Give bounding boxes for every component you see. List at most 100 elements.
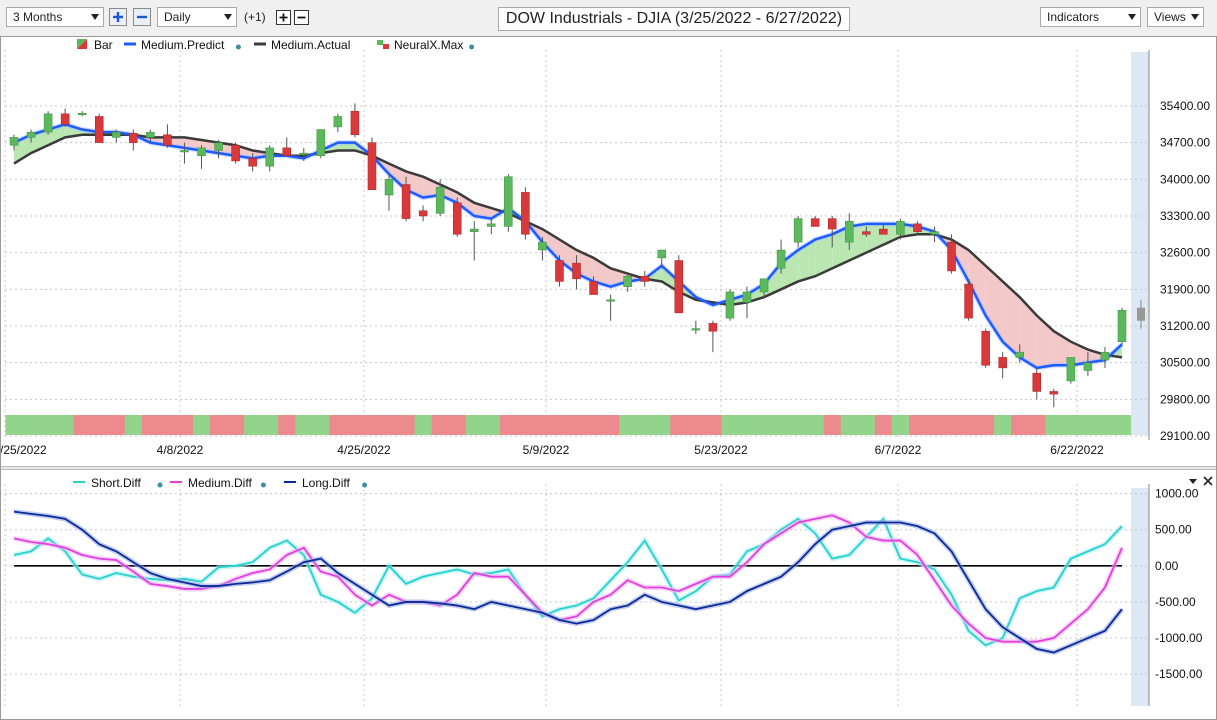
neuralx-band-segment bbox=[380, 415, 399, 435]
candle bbox=[521, 187, 530, 240]
info-dot-icon[interactable] bbox=[235, 44, 241, 50]
candle-body bbox=[776, 249, 786, 269]
neuralx-band-segment bbox=[585, 415, 603, 435]
plus-icon bbox=[113, 12, 123, 22]
indicators-menu[interactable]: Indicators bbox=[1040, 7, 1141, 27]
neuralx-band-segment bbox=[977, 415, 995, 435]
candle-body bbox=[538, 241, 547, 251]
candle-body bbox=[674, 260, 684, 314]
neuralx-band-segment bbox=[431, 415, 450, 435]
neuralx-band-segment bbox=[278, 415, 296, 435]
indicators-label: Indicators bbox=[1047, 10, 1100, 24]
neuralx-band-segment bbox=[960, 415, 978, 435]
y-tick-label: 30500.00 bbox=[1160, 356, 1210, 370]
x-tick-label: 4/8/2022 bbox=[157, 443, 204, 457]
band-swatch bbox=[383, 44, 389, 49]
neuralx-band-segment bbox=[1113, 415, 1132, 435]
legend-item[interactable]: Medium.Predict bbox=[124, 38, 241, 52]
zoom-in-button[interactable] bbox=[109, 8, 127, 26]
candle-body bbox=[964, 283, 973, 319]
candle-body bbox=[299, 152, 309, 155]
neuralx-band-segment bbox=[124, 415, 143, 435]
candle-body bbox=[998, 357, 1007, 369]
neuralx-band-segment bbox=[107, 415, 126, 435]
x-tick-label: 4/25/2022 bbox=[337, 443, 391, 457]
neuralx-band-segment bbox=[687, 415, 705, 435]
period-select[interactable]: 3 Months bbox=[6, 7, 104, 27]
info-dot-icon[interactable] bbox=[157, 482, 163, 488]
neuralx-band-segment bbox=[448, 415, 467, 435]
candle bbox=[231, 142, 240, 164]
toolbar: 3 Months Daily (+1) DOW Industrials - DJ… bbox=[0, 0, 1217, 37]
neuralx-band-segment bbox=[670, 415, 688, 435]
info-dot-icon[interactable] bbox=[469, 44, 475, 50]
candle-body bbox=[1100, 351, 1110, 361]
candle bbox=[725, 289, 735, 321]
candle bbox=[504, 174, 513, 232]
y-tick-label: 500.00 bbox=[1155, 523, 1192, 537]
candle-body bbox=[1049, 391, 1059, 395]
minus-icon bbox=[297, 16, 306, 19]
neuralx-band-segment bbox=[5, 415, 24, 435]
neuralx-band-segment bbox=[1096, 415, 1114, 435]
band-swatch bbox=[377, 40, 383, 45]
candle-body bbox=[845, 220, 854, 243]
neuralx-band-segment bbox=[397, 415, 416, 435]
candle-body bbox=[691, 328, 701, 331]
interval-select[interactable]: Daily bbox=[157, 7, 237, 27]
projection-zone bbox=[1131, 488, 1149, 706]
candle-body bbox=[827, 218, 837, 230]
candle bbox=[316, 129, 326, 159]
offset-down-button[interactable] bbox=[294, 10, 309, 25]
views-menu[interactable]: Views bbox=[1147, 7, 1204, 27]
neuralx-band-segment bbox=[1045, 415, 1063, 435]
y-tick-label: 29800.00 bbox=[1160, 392, 1210, 406]
neuralx-band-segment bbox=[806, 415, 825, 435]
neuralx-band-segment bbox=[90, 415, 109, 435]
neuralx-band-segment bbox=[891, 415, 910, 435]
views-label: Views bbox=[1154, 10, 1186, 24]
candle-body bbox=[282, 147, 291, 156]
neuralx-band-segment bbox=[789, 415, 808, 435]
y-tick-label: 1000.00 bbox=[1155, 487, 1199, 501]
neuralx-band-segment bbox=[141, 415, 160, 435]
neuralx-band-segment bbox=[414, 415, 433, 435]
price-chart: 35400.00 34700.00 34000.00 33300.00 32600.00… bbox=[0, 36, 1217, 466]
candle bbox=[94, 113, 104, 143]
candle bbox=[1066, 357, 1076, 384]
info-dot-icon[interactable] bbox=[260, 482, 266, 488]
neuralx-band-segment bbox=[704, 415, 722, 435]
neuralx-band-segment bbox=[244, 415, 262, 435]
candle-body bbox=[214, 142, 223, 151]
y-tick-label: 35400.00 bbox=[1160, 99, 1210, 113]
neuralx-band-segment bbox=[56, 415, 75, 435]
candle-body bbox=[947, 241, 956, 272]
neuralx-band-segment bbox=[499, 415, 518, 435]
neuralx-band-segment bbox=[738, 415, 757, 435]
neuralx-band-segment bbox=[550, 415, 569, 435]
candle-body bbox=[163, 134, 172, 146]
neuralx-band-segment bbox=[192, 415, 211, 435]
chevron-down-icon bbox=[1128, 14, 1136, 20]
candle-body bbox=[930, 231, 939, 235]
candle-body bbox=[708, 323, 718, 332]
y-tick-label: 33300.00 bbox=[1160, 209, 1210, 223]
candle-body bbox=[1083, 362, 1093, 371]
candle-body bbox=[810, 218, 820, 227]
zoom-out-button[interactable] bbox=[133, 8, 151, 26]
y-tick-label: -1000.00 bbox=[1155, 631, 1203, 645]
offset-up-button[interactable] bbox=[276, 10, 291, 25]
y-tick-label: 32600.00 bbox=[1160, 246, 1210, 260]
offset-label: (+1) bbox=[244, 10, 266, 24]
candle-body bbox=[640, 275, 649, 282]
y-tick-label: 34700.00 bbox=[1160, 136, 1210, 150]
interval-value: Daily bbox=[164, 10, 191, 24]
candle-body bbox=[112, 131, 121, 138]
candle-body bbox=[742, 291, 752, 303]
candle-body bbox=[1137, 307, 1145, 321]
info-dot-icon[interactable] bbox=[362, 482, 368, 488]
y-tick-label: 0.00 bbox=[1155, 559, 1179, 573]
candle-body bbox=[1066, 357, 1076, 382]
candle-body bbox=[197, 147, 206, 156]
neuralx-band-segment bbox=[1062, 415, 1080, 435]
